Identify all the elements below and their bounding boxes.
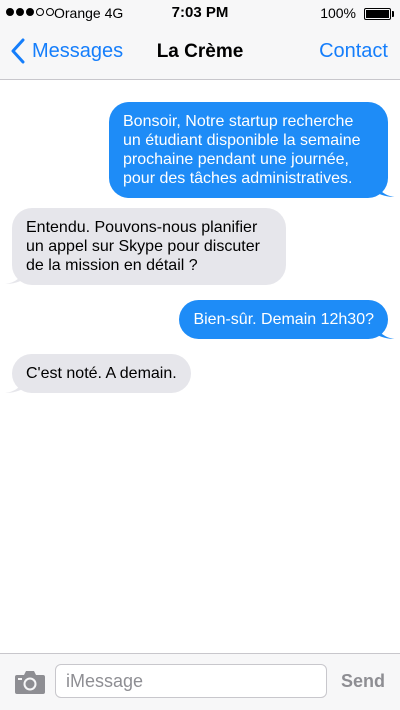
- message-bubble-incoming: C'est noté. A demain.: [12, 354, 191, 393]
- battery-tip: [392, 11, 394, 17]
- bubble-tail: [5, 267, 25, 284]
- battery-icon: [364, 8, 391, 20]
- bubble-tail: [375, 322, 395, 339]
- message-bubble-outgoing: Bien-sûr. Demain 12h30?: [179, 300, 388, 339]
- send-button[interactable]: Send: [341, 671, 385, 692]
- bubble-tail: [375, 180, 395, 197]
- message-bubble-incoming: Entendu. Pouvons-nous planifier un appel…: [12, 208, 286, 285]
- bubble-tail: [5, 376, 25, 393]
- message-list: Bonsoir, Notre startup recherche un étud…: [0, 81, 400, 653]
- status-bar: Orange 4G 7:03 PM 100%: [0, 0, 400, 28]
- navigation-bar: Messages La Crème Contact: [0, 28, 400, 80]
- camera-icon[interactable]: [14, 669, 46, 695]
- battery-percentage: 100%: [320, 5, 356, 21]
- contact-button[interactable]: Contact: [319, 40, 388, 63]
- message-bubble-outgoing: Bonsoir, Notre startup recherche un étud…: [109, 102, 388, 198]
- phone-screen: Orange 4G 7:03 PM 100% Messages La Crème…: [0, 0, 400, 710]
- message-input-bar: Send: [0, 653, 400, 710]
- battery-level: [366, 10, 389, 18]
- imessage-input[interactable]: [55, 664, 327, 698]
